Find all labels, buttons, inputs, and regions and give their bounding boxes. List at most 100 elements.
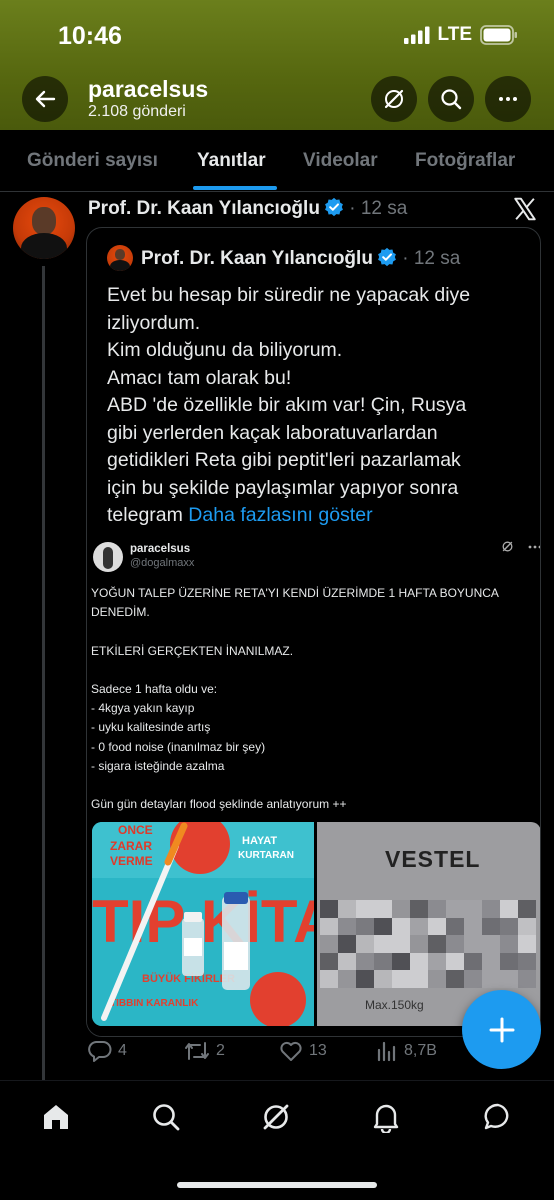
reply-count: 4 — [118, 1042, 127, 1059]
nav-notifications[interactable] — [359, 1097, 413, 1137]
scale-label: Max.150kg — [365, 998, 424, 1012]
embedded-name: paracelsus — [130, 543, 191, 555]
embedded-header-icons — [501, 540, 540, 553]
svg-text:VERME: VERME — [110, 854, 153, 868]
post-time: 12 sa — [360, 198, 408, 219]
svg-text:KURTARAN: KURTARAN — [238, 850, 294, 861]
quoted-time-separator: · — [402, 248, 414, 269]
profile-name: paracelsus — [88, 76, 209, 102]
embedded-text-line: - 0 food noise (inanılmaz bir şey) — [91, 739, 266, 754]
quoted-text-line: Amacı tam olarak bu! — [107, 366, 292, 389]
nav-home[interactable] — [29, 1097, 83, 1137]
tab-posts[interactable]: Gönderi sayısı — [27, 150, 158, 172]
quoted-post-header: Prof. Dr. Kaan Yılancıoğlu · 12 sa — [141, 247, 460, 270]
x-logo-icon — [512, 196, 538, 229]
verified-badge-icon — [378, 247, 396, 267]
thread-line — [42, 266, 45, 1081]
reply-button[interactable]: 4 — [88, 1040, 127, 1062]
embedded-text-line: YOĞUN TALEP ÜZERİNE RETA'YI KENDİ ÜZERİM… — [91, 586, 499, 600]
embedded-screenshot[interactable]: paracelsus @dogalmaxx YOĞUN TALEP ÜZERİN… — [87, 538, 540, 1036]
compose-button[interactable] — [462, 990, 541, 1069]
tab-videos[interactable]: Videolar — [303, 150, 378, 172]
grok-button[interactable] — [371, 76, 417, 122]
repost-count: 2 — [216, 1042, 225, 1059]
more-icon — [499, 97, 517, 101]
like-button[interactable]: 13 — [279, 1040, 327, 1062]
search-icon — [153, 1104, 180, 1131]
more-icon — [528, 545, 540, 548]
svg-text:HAYAT: HAYAT — [242, 835, 277, 847]
pixelated-display — [320, 900, 536, 988]
reply-icon — [88, 1041, 112, 1062]
status-indicators: LTE — [403, 24, 518, 46]
quoted-text-line: için bu şekilde paylaşımlar yapıyor sonr… — [107, 476, 459, 499]
quoted-text-line: Evet bu hesap bir süredir ne yapacak diy… — [107, 284, 471, 306]
media-image-vials[interactable]: ONCE ZARAR VERME HAYAT KURTARAN TIP KİTA… — [92, 822, 314, 1026]
profile-header: 10:46 LTE paracelsus 2.108 gönderi — [0, 0, 554, 130]
back-button[interactable] — [22, 76, 68, 122]
nav-grok[interactable] — [249, 1097, 303, 1137]
quoted-text-line-last: telegram Daha fazlasını göster — [107, 502, 527, 530]
quoted-author-name: Prof. Dr. Kaan Yılancıoğlu — [141, 248, 373, 269]
chat-icon — [484, 1103, 509, 1130]
tab-photos[interactable]: Fotoğraflar — [415, 150, 515, 172]
grok-icon — [263, 1104, 289, 1130]
plus-icon — [489, 1017, 514, 1042]
repost-icon — [185, 1042, 209, 1060]
embedded-text-line — [91, 622, 537, 641]
author-avatar[interactable] — [13, 197, 75, 259]
embedded-text-line — [91, 776, 537, 795]
quoted-text-last-word: telegram — [107, 504, 183, 526]
search-button[interactable] — [428, 76, 474, 122]
home-indicator[interactable] — [177, 1182, 377, 1188]
home-icon — [44, 1105, 68, 1129]
view-count: 8,7B — [404, 1042, 437, 1059]
embedded-text-line: - uyku kalitesinde artış — [91, 720, 211, 735]
nav-search[interactable] — [139, 1097, 193, 1137]
quoted-text-line: ABD 'de özellikle bir akım var! Çin, Rus… — [107, 394, 467, 416]
svg-text:ONCE: ONCE — [118, 823, 153, 837]
search-icon — [441, 89, 462, 110]
quoted-post-time: 12 sa — [413, 248, 461, 269]
quoted-text-line: Kim olduğunu da biliyorum. — [107, 339, 343, 361]
repost-button[interactable]: 2 — [184, 1040, 225, 1062]
svg-text:ZARAR: ZARAR — [110, 839, 152, 853]
bell-icon — [373, 1104, 399, 1133]
embedded-avatar — [93, 542, 123, 572]
quoted-author-avatar — [107, 245, 133, 271]
embedded-text: YOĞUN TALEP ÜZERİNE RETA'YI KENDİ ÜZERİM… — [91, 584, 537, 814]
grok-icon — [384, 89, 404, 109]
quoted-post[interactable]: Prof. Dr. Kaan Yılancıoğlu · 12 sa Evet … — [86, 227, 541, 1037]
embedded-text-line: DENEDİM. — [91, 605, 150, 620]
quoted-text-line: izliyordum. — [107, 311, 201, 334]
network-label: LTE — [437, 24, 472, 45]
profile-tabs: Gönderi sayısı Yanıtlar Videolar Fotoğra… — [0, 130, 554, 192]
back-arrow-icon — [35, 90, 56, 108]
embedded-handle: @dogalmaxx — [130, 557, 195, 569]
tab-replies[interactable]: Yanıtlar — [197, 150, 266, 172]
nav-messages[interactable] — [471, 1097, 525, 1137]
embedded-text-line: - 4kgya yakın kayıp — [91, 701, 195, 716]
embedded-text-line: - sigara isteğinde azalma — [91, 758, 225, 773]
views-button[interactable]: 8,7B — [376, 1040, 437, 1062]
active-tab-indicator — [193, 186, 277, 190]
embedded-text-line — [91, 661, 537, 680]
quoted-text-line: getidikleri Reta gibi peptit'leri pazarl… — [107, 449, 461, 471]
grok-icon — [502, 541, 513, 552]
views-icon — [377, 1041, 396, 1062]
show-more-link[interactable]: Daha fazlasını göster — [188, 504, 372, 526]
quoted-post-text: Evet bu hesap bir süredir ne yapacak diy… — [107, 282, 527, 530]
verified-badge-icon — [325, 197, 343, 217]
quoted-text-line: gibi yerlerden kaçak laboratuvarlardan — [107, 421, 438, 444]
embedded-text-line: ETKİLERİ GERÇEKTEN İNANILMAZ. — [91, 643, 294, 658]
more-button[interactable] — [485, 76, 531, 122]
scale-brand: VESTEL — [385, 846, 481, 872]
signal-icon — [403, 26, 430, 44]
svg-text:TIBBIN KARANLIK: TIBBIN KARANLIK — [110, 998, 199, 1009]
vials-photo: ONCE ZARAR VERME HAYAT KURTARAN TIP KİTA… — [92, 822, 314, 1026]
like-count: 13 — [309, 1042, 327, 1059]
author-name[interactable]: Prof. Dr. Kaan Yılancıoğlu — [88, 198, 320, 219]
post-count: 2.108 gönderi — [88, 103, 186, 120]
battery-icon — [480, 25, 517, 45]
status-time: 10:46 — [58, 22, 122, 50]
